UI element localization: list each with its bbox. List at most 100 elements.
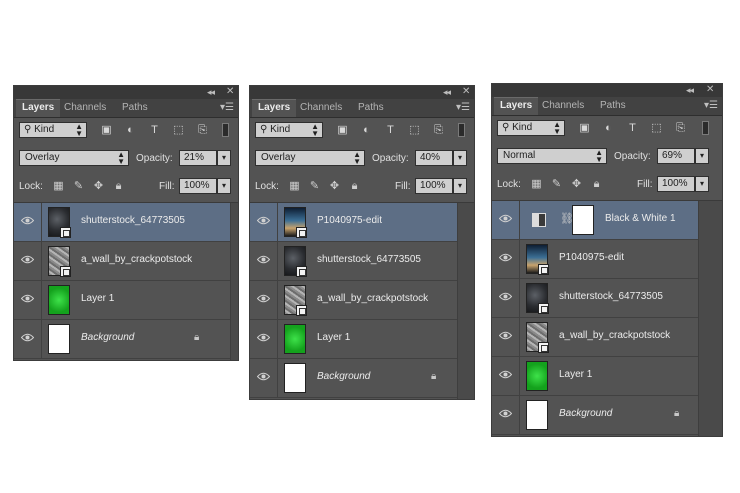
fill-dropdown-button[interactable]: ▾ [695,176,709,192]
lock-transparent-pixels-icon[interactable]: ▦ [530,178,543,190]
tab-paths[interactable]: Paths [116,99,154,117]
layer-name[interactable]: Background [559,408,612,419]
layer-thumbnail[interactable] [526,361,548,391]
smart-object-filter-icon[interactable]: ⎘ [432,124,445,136]
close-icon[interactable]: ✕ [706,84,714,95]
layer-row[interactable]: Background 🔒︎ [492,396,699,435]
layer-row[interactable]: Background 🔒︎ [250,359,458,398]
layer-thumbnail[interactable] [284,246,307,277]
scrollbar[interactable] [457,203,474,399]
layer-name[interactable]: shutterstock_64773505 [559,291,663,302]
eye-icon[interactable] [14,320,42,358]
lock-position-icon[interactable]: ✥ [92,180,105,192]
panel-menu-icon[interactable]: ▾☰ [704,100,718,111]
opacity-input[interactable]: 40% [415,150,453,166]
opacity-dropdown-button[interactable]: ▾ [695,148,709,164]
lock-image-pixels-icon[interactable]: ✎ [72,180,85,192]
layer-thumbnail[interactable] [526,283,549,314]
eye-icon[interactable] [14,203,42,241]
adjustment-filter-icon[interactable]: ◐ [602,122,615,134]
lock-transparent-pixels-icon[interactable]: ▦ [288,180,301,192]
layer-mask-thumbnail[interactable] [572,205,594,235]
opacity-dropdown-button[interactable]: ▾ [217,150,231,166]
layer-thumbnail[interactable] [284,324,306,354]
pixel-filter-icon[interactable]: ▣ [578,122,591,134]
close-icon[interactable]: ✕ [226,86,234,97]
blend-mode-select[interactable]: Normal ▲ ▼ [497,148,607,164]
eye-icon[interactable] [492,279,520,317]
tab-channels[interactable]: Channels [536,97,590,115]
layer-thumbnail[interactable] [526,400,548,430]
lock-position-icon[interactable]: ✥ [328,180,341,192]
eye-icon[interactable] [492,240,520,278]
panel-menu-icon[interactable]: ▾☰ [220,102,234,113]
fill-dropdown-button[interactable]: ▾ [217,178,231,194]
blend-mode-select[interactable]: Overlay ▲ ▼ [255,150,365,166]
layer-name[interactable]: Layer 1 [317,332,350,343]
double-chevron-left-icon[interactable]: ◂◂ [443,87,451,98]
type-filter-icon[interactable]: T [384,124,397,136]
eye-icon[interactable] [250,281,278,319]
layer-thumbnail[interactable] [48,285,70,315]
scrollbar[interactable] [230,203,238,360]
close-icon[interactable]: ✕ [462,86,470,97]
black-white-adjustment-icon[interactable] [532,213,546,227]
layer-name[interactable]: P1040975-edit [559,252,624,263]
panel-titlebar[interactable]: ◂◂ ✕ [250,86,474,99]
fill-input[interactable]: 100% [179,178,217,194]
filter-toggle-switch[interactable] [222,123,229,137]
panel-menu-icon[interactable]: ▾☰ [456,102,470,113]
opacity-input[interactable]: 21% [179,150,217,166]
smart-object-filter-icon[interactable]: ⎘ [196,124,209,136]
eye-icon[interactable] [492,318,520,356]
adjustment-filter-icon[interactable]: ◐ [124,124,137,136]
tab-paths[interactable]: Paths [352,99,390,117]
layer-row[interactable]: P1040975-edit [250,203,458,242]
lock-all-icon[interactable]: 🔒︎ [112,180,125,192]
filter-toggle-switch[interactable] [458,123,465,137]
double-chevron-left-icon[interactable]: ◂◂ [207,87,215,98]
fill-input[interactable]: 100% [415,178,453,194]
tab-layers[interactable]: Layers [494,97,539,115]
lock-image-pixels-icon[interactable]: ✎ [550,178,563,190]
tab-channels[interactable]: Channels [58,99,112,117]
layer-thumbnail[interactable] [526,322,549,353]
scrollbar[interactable] [698,201,722,436]
pixel-filter-icon[interactable]: ▣ [100,124,113,136]
layer-row[interactable]: shutterstock_64773505 [14,203,231,242]
layer-thumbnail[interactable] [48,246,71,277]
lock-all-icon[interactable]: 🔒︎ [348,180,361,192]
blend-mode-select[interactable]: Overlay ▲ ▼ [19,150,129,166]
adjustment-filter-icon[interactable]: ◐ [360,124,373,136]
layer-name[interactable]: shutterstock_64773505 [81,215,185,226]
layer-name[interactable]: a_wall_by_crackpotstock [317,293,428,304]
layer-name[interactable]: Layer 1 [81,293,114,304]
layer-row[interactable]: shutterstock_64773505 [250,242,458,281]
layer-name[interactable]: Layer 1 [559,369,592,380]
smart-object-filter-icon[interactable]: ⎘ [674,122,687,134]
layer-row[interactable]: Layer 1 [492,357,699,396]
filter-kind-select[interactable]: ⚲ Kind ▲ ▼ [497,120,565,136]
layer-thumbnail[interactable] [284,207,307,238]
layer-row[interactable]: a_wall_by_crackpotstock [492,318,699,357]
eye-icon[interactable] [14,281,42,319]
layer-thumbnail[interactable] [48,324,70,354]
layer-name[interactable]: Background [317,371,370,382]
layer-row[interactable]: Layer 1 [250,320,458,359]
filter-kind-select[interactable]: ⚲ Kind ▲ ▼ [255,122,323,138]
layer-name[interactable]: a_wall_by_crackpotstock [81,254,192,265]
fill-input[interactable]: 100% [657,176,695,192]
eye-icon[interactable] [492,396,520,434]
layer-name[interactable]: shutterstock_64773505 [317,254,421,265]
layer-thumbnail[interactable] [48,207,71,238]
opacity-dropdown-button[interactable]: ▾ [453,150,467,166]
layer-name[interactable]: Background [81,332,134,343]
eye-icon[interactable] [14,242,42,280]
panel-titlebar[interactable]: ◂◂ ✕ [14,86,238,99]
eye-icon[interactable] [250,203,278,241]
eye-icon[interactable] [250,359,278,397]
tab-channels[interactable]: Channels [294,99,348,117]
layer-thumbnail[interactable] [526,244,549,275]
layer-name[interactable]: a_wall_by_crackpotstock [559,330,670,341]
eye-icon[interactable] [250,320,278,358]
